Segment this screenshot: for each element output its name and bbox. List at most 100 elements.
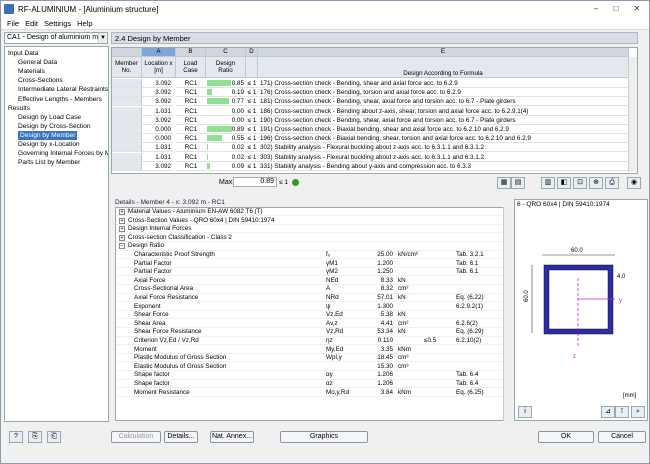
item-symbol: Av,z (326, 319, 338, 327)
item-label: Plastic Modulus of Gross Section (134, 354, 227, 362)
close-button[interactable]: ✕ (628, 3, 646, 14)
dimension-icon[interactable]: ⊿ (601, 406, 615, 418)
item-value: 15.30 (377, 362, 393, 370)
status-ok-icon (292, 179, 299, 186)
item-unit: cm² (398, 285, 409, 293)
navigator-tree: Input Data General Data Materials Cross-Sec… (4, 46, 109, 422)
item-reference: Tab. 6.4 (456, 371, 479, 379)
expand-icon[interactable]: + (119, 217, 125, 224)
tree-item[interactable]: Cross-Sections (18, 76, 63, 85)
ratio-bar (207, 144, 208, 151)
menu-edit[interactable]: Edit (25, 19, 38, 28)
group-label: Material Values - Aluminium EN-AW 6082 T… (128, 208, 263, 215)
select-member-icon[interactable]: ⊡ (573, 177, 587, 189)
cell-location: 1.031 (142, 143, 173, 153)
details-group[interactable]: + Design Internal Forces (116, 225, 502, 234)
expand-icon[interactable]: + (119, 209, 125, 215)
details-row: Moment Resistance Mo,y,Rd 3.84 kNm Eq. (6.25… (116, 389, 502, 397)
info-icon[interactable]: i (518, 406, 532, 418)
zoom-section-icon[interactable]: ⌕ (631, 406, 645, 418)
tree-item[interactable]: Parts List by Member (18, 158, 80, 167)
print-icon[interactable]: ⎙ (605, 177, 619, 189)
tree-item[interactable]: Effective Lengths - Members (18, 95, 102, 104)
details-group[interactable]: + Material Values - Aluminium EN-AW 6082 … (116, 208, 502, 217)
ratio-bar (207, 80, 231, 86)
filter-icon[interactable]: ▤ (511, 177, 525, 189)
item-label: Shape factor (134, 380, 170, 387)
zoom-member-icon[interactable]: ⊕ (589, 177, 603, 189)
expand-icon[interactable]: + (119, 234, 125, 241)
tree-item[interactable]: General Data (18, 58, 57, 67)
table-scrollbar[interactable] (628, 57, 637, 172)
ratio-value: 0.55 (231, 135, 244, 143)
calculation-button[interactable]: Calculation (111, 431, 161, 443)
ratio-bar (207, 135, 223, 142)
item-value: 8.33 (380, 276, 393, 284)
col-header-d (246, 57, 258, 78)
tree-group[interactable]: Input Data (8, 49, 38, 58)
item-unit: kNm (398, 345, 411, 353)
ratio-bar (207, 126, 232, 132)
tree-item[interactable]: Design by Load Case (18, 113, 81, 122)
pane-title: 2.4 Design by Member (111, 32, 638, 44)
details-button[interactable]: Details... (164, 431, 198, 443)
chevron-down-icon[interactable]: ▼ (98, 33, 107, 43)
item-unit: cm³ (398, 354, 409, 362)
save-icon[interactable]: ⎘ (28, 431, 42, 443)
view-icon[interactable]: ◉ (627, 177, 641, 189)
ratio-value: 0.02 (231, 153, 244, 161)
tree-item[interactable]: Design by x-Location (18, 140, 80, 149)
load-icon[interactable]: ⎗ (47, 431, 61, 443)
cell-ratio: 0.77 (206, 97, 246, 107)
tree-group[interactable]: Results (8, 104, 30, 113)
col-letter-a[interactable]: A (142, 48, 176, 57)
graphics-button[interactable]: Graphics (280, 431, 368, 443)
expand-icon[interactable]: − (119, 243, 125, 250)
export-excel-icon[interactable]: ▦ (497, 177, 511, 189)
tree-item[interactable]: Intermediate Lateral Restraints (18, 85, 108, 94)
menu-settings[interactable]: Settings (44, 19, 71, 28)
item-symbol: Mo,y,Rd (326, 388, 349, 396)
details-group[interactable]: − Design Ratio (116, 242, 502, 251)
col-letter-c[interactable]: C (206, 48, 246, 57)
window-title: RF-ALUMINIUM - [Aluminium structure] (18, 4, 159, 14)
color-bar-icon[interactable]: ◧ (557, 177, 571, 189)
nat-annex-button[interactable]: Nat. Annex... (210, 431, 254, 443)
tree-item[interactable]: Governing Internal Forces by M (18, 149, 108, 158)
tree-item[interactable]: Design by Cross-Section (18, 122, 91, 131)
relative-scale-icon[interactable]: ▥ (541, 177, 555, 189)
item-symbol: NEd (326, 276, 339, 284)
cell-formula: 302) Stability analysis - Flexural buckl… (258, 143, 629, 153)
cancel-button[interactable]: Cancel (598, 431, 646, 443)
menu-help[interactable]: Help (77, 19, 92, 28)
details-group[interactable]: + Cross-section Classification - Class 2 (116, 234, 502, 243)
row-header (112, 115, 142, 125)
details-row: Cross-Sectional Area A 8.32 cm² (116, 285, 502, 294)
menu-file[interactable]: File (7, 19, 19, 28)
col-letter-d[interactable]: D (246, 48, 258, 57)
tree-item[interactable]: Materials (18, 67, 45, 76)
col-letter-b[interactable]: B (176, 48, 206, 57)
ok-button[interactable]: OK (538, 431, 594, 443)
details-row: Axial Force NEd 8.33 kN (116, 276, 502, 286)
col-letter-e[interactable]: E (258, 48, 629, 57)
z-axis-label: z (573, 354, 576, 360)
section-inner (548, 269, 609, 330)
item-value: 57.01 (377, 294, 393, 301)
tree-item[interactable]: Design by Member (18, 130, 78, 140)
cell-formula: 191) Cross-section check - Biaxial bendi… (258, 125, 629, 134)
maximize-button[interactable]: □ (607, 3, 625, 14)
table-toolbar: ▦ ▤ ▥ ◧ ⊡ ⊕ ⎙ ◉ (497, 177, 647, 191)
expand-icon[interactable]: + (119, 226, 125, 233)
help-icon[interactable]: ? (9, 431, 23, 443)
cell-loadcase: RC1 (176, 162, 206, 171)
item-reference: Tab. 6.1 (456, 259, 479, 267)
details-group[interactable]: + Cross-Section Values - QRO 60x4 | DIN 5… (116, 217, 502, 225)
details-scrollbar[interactable] (503, 207, 511, 421)
item-label: Exponent (134, 302, 161, 310)
stress-icon[interactable]: ⊺ (615, 406, 629, 418)
row-header (112, 106, 142, 116)
design-label: Design (215, 60, 236, 67)
case-select[interactable]: CA1 - Design of aluminium mem ▼ (4, 32, 108, 44)
minimize-button[interactable]: – (587, 3, 605, 14)
